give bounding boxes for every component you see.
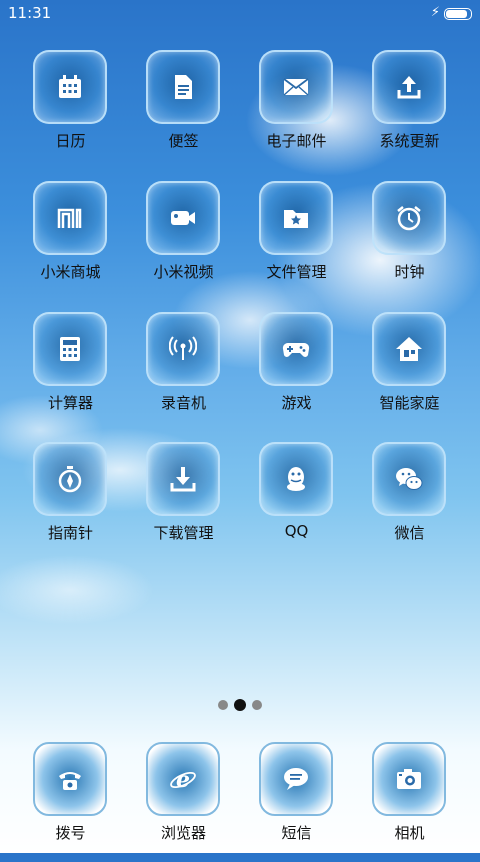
wechat-icon: [396, 468, 423, 490]
app-label: 系统更新: [379, 132, 440, 150]
app-download-manager[interactable]: 下载管理: [127, 442, 240, 562]
calendar-icon: [59, 75, 81, 98]
app-label: 浏览器: [160, 824, 206, 842]
app-calculator[interactable]: 计算器: [14, 312, 127, 432]
app-label: 文件管理: [266, 263, 327, 281]
video-camera-icon: [171, 211, 195, 225]
app-label: 便签: [168, 132, 199, 150]
page-dot-3[interactable]: [252, 700, 262, 710]
page-dot-1[interactable]: [218, 700, 228, 710]
notes-icon: [175, 75, 192, 99]
app-messages[interactable]: 短信: [240, 742, 353, 862]
app-browser[interactable]: e 浏览器: [127, 742, 240, 862]
message-icon: [284, 768, 308, 790]
app-wechat[interactable]: 微信: [353, 442, 466, 562]
page-dot-2-active[interactable]: [234, 699, 246, 711]
phone-icon: [59, 772, 81, 790]
app-smart-home[interactable]: 智能家庭: [353, 312, 466, 432]
app-label: 录音机: [160, 394, 206, 412]
app-label: 日历: [55, 132, 86, 150]
page-indicator[interactable]: [0, 699, 480, 712]
app-label: 下载管理: [153, 524, 214, 542]
camera-icon: [397, 769, 421, 789]
smart-home-icon: [396, 337, 422, 361]
app-label: 电子邮件: [266, 132, 327, 150]
update-icon: [397, 76, 421, 99]
app-label: QQ: [284, 522, 309, 540]
app-label: 小米视频: [153, 263, 214, 281]
folder-icon: [284, 210, 308, 228]
mi-store-icon: [57, 208, 82, 228]
app-label: 拨号: [55, 824, 86, 842]
charging-icon: ⚡: [430, 5, 440, 20]
recorder-icon: [169, 336, 197, 360]
browser-icon: e: [170, 767, 196, 793]
battery-icon: [444, 8, 472, 20]
app-label: 时钟: [394, 263, 425, 281]
app-label: 相机: [394, 824, 425, 842]
app-games[interactable]: 游戏: [240, 312, 353, 432]
app-recorder[interactable]: 录音机: [127, 312, 240, 432]
app-system-update[interactable]: 系统更新: [353, 50, 466, 170]
email-icon: [283, 78, 309, 96]
calculator-icon: [60, 337, 80, 361]
app-mi-store[interactable]: 小米商城: [14, 181, 127, 301]
app-label: 小米商城: [40, 263, 101, 281]
app-clock[interactable]: 时钟: [353, 181, 466, 301]
app-calendar[interactable]: 日历: [14, 50, 127, 170]
download-icon: [170, 467, 196, 492]
app-dialer[interactable]: 拨号: [14, 742, 127, 862]
app-label: 计算器: [47, 394, 93, 412]
app-compass[interactable]: 指南针: [14, 442, 127, 562]
app-email[interactable]: 电子邮件: [240, 50, 353, 170]
app-camera[interactable]: 相机: [353, 742, 466, 862]
app-label: 指南针: [47, 524, 93, 542]
app-file-manager[interactable]: 文件管理: [240, 181, 353, 301]
app-label: 短信: [281, 824, 312, 842]
status-bar: 11:31 ⚡: [0, 0, 480, 28]
app-label: 微信: [394, 524, 425, 542]
gamepad-icon: [282, 342, 310, 357]
compass-icon: [58, 466, 82, 493]
app-label: 游戏: [281, 394, 312, 412]
alarm-clock-icon: [397, 206, 421, 231]
app-qq[interactable]: QQ: [240, 442, 353, 562]
svg-text:e: e: [176, 767, 190, 793]
app-notes[interactable]: 便签: [127, 50, 240, 170]
status-time: 11:31: [8, 4, 52, 22]
app-mi-video[interactable]: 小米视频: [127, 181, 240, 301]
app-label: 智能家庭: [379, 394, 440, 412]
qq-icon: [287, 467, 305, 491]
